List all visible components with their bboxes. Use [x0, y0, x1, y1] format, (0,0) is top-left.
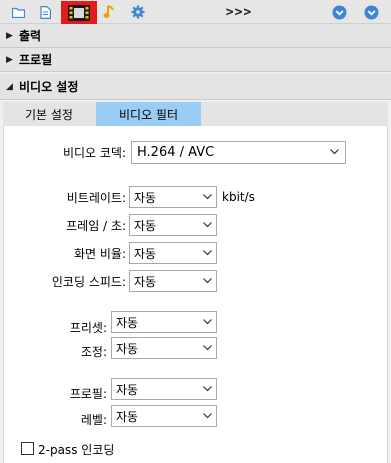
film-icon[interactable]	[61, 1, 97, 24]
toolbar: >>>	[0, 0, 391, 24]
section-profile-label: 프로필	[19, 53, 53, 67]
chevron-down-icon	[203, 413, 212, 419]
encoding-speed-value: 자동	[134, 274, 157, 289]
section-video-settings[interactable]: ◢ 비디오 설정	[0, 74, 391, 100]
level-label: 레벨:	[80, 413, 107, 427]
tab-video-filters[interactable]: 비디오 필터	[96, 102, 201, 126]
level-select[interactable]: 자동	[111, 405, 217, 427]
chevron-down-circle-icon[interactable]	[362, 2, 380, 22]
encoding-speed-select[interactable]: 자동	[129, 270, 217, 292]
gear-icon[interactable]	[129, 2, 147, 22]
chevron-down-icon	[203, 386, 212, 392]
tune-select[interactable]: 자동	[111, 337, 217, 359]
section-output[interactable]: ▶ 출력	[0, 24, 391, 48]
expand-arrow-icon: ▶	[6, 54, 13, 65]
aspect-ratio-label: 화면 비율:	[73, 247, 126, 261]
level-value: 자동	[116, 409, 139, 424]
profile-value: 자동	[116, 382, 139, 397]
folder-icon[interactable]	[9, 2, 27, 22]
aspect-ratio-select[interactable]: 자동	[129, 242, 217, 264]
section-video-label: 비디오 설정	[19, 80, 79, 94]
bitrate-label: 비트레이트:	[66, 191, 126, 205]
bitrate-select[interactable]: 자동	[129, 186, 217, 208]
preset-label: 프리셋:	[69, 321, 107, 335]
collapse-arrow-icon: ◢	[6, 81, 13, 92]
preset-value: 자동	[116, 315, 139, 330]
tune-label: 조정:	[80, 345, 107, 359]
chevron-down-icon	[203, 345, 212, 351]
aspect-ratio-value: 자동	[134, 246, 157, 261]
twopass-checkbox[interactable]	[21, 442, 34, 455]
framerate-label: 프레임 / 초:	[66, 219, 126, 233]
video-tabs: 기본 설정 비디오 필터	[3, 102, 388, 126]
codec-value: H.264 / AVC	[137, 145, 215, 160]
profile-label: 프로필:	[69, 387, 107, 401]
chevron-down-icon	[203, 319, 212, 325]
document-icon[interactable]	[36, 2, 54, 22]
chevron-down-icon	[203, 222, 212, 228]
bitrate-value: 자동	[134, 190, 157, 205]
bitrate-unit: kbit/s	[222, 190, 255, 204]
chevron-down-icon	[203, 250, 212, 256]
codec-select[interactable]: H.264 / AVC	[131, 141, 346, 164]
section-output-label: 출력	[19, 29, 42, 43]
encoding-speed-label: 인코딩 스피드:	[51, 275, 126, 289]
preset-select[interactable]: 자동	[111, 311, 217, 333]
chevron-down-icon	[203, 194, 212, 200]
section-profile[interactable]: ▶ 프로필	[0, 48, 391, 72]
profile-select[interactable]: 자동	[111, 378, 217, 400]
framerate-value: 자동	[134, 218, 157, 233]
tune-value: 자동	[116, 341, 139, 356]
video-settings-panel: 비디오 코덱: H.264 / AVC 비트레이트: 자동 kbit/s 프레임…	[3, 126, 388, 463]
twopass-label: 2-pass 인코딩	[38, 443, 115, 457]
expand-arrow-icon: ▶	[6, 30, 13, 41]
chevron-down-icon	[203, 278, 212, 284]
chevron-down-circle-icon[interactable]	[330, 2, 348, 22]
framerate-select[interactable]: 자동	[129, 214, 217, 236]
chevron-down-icon	[330, 149, 339, 155]
tab-basic-settings[interactable]: 기본 설정	[3, 102, 95, 126]
codec-label: 비디오 코덱:	[62, 146, 126, 160]
music-note-icon[interactable]	[100, 2, 118, 22]
more-tabs-button[interactable]: >>>	[222, 2, 256, 22]
